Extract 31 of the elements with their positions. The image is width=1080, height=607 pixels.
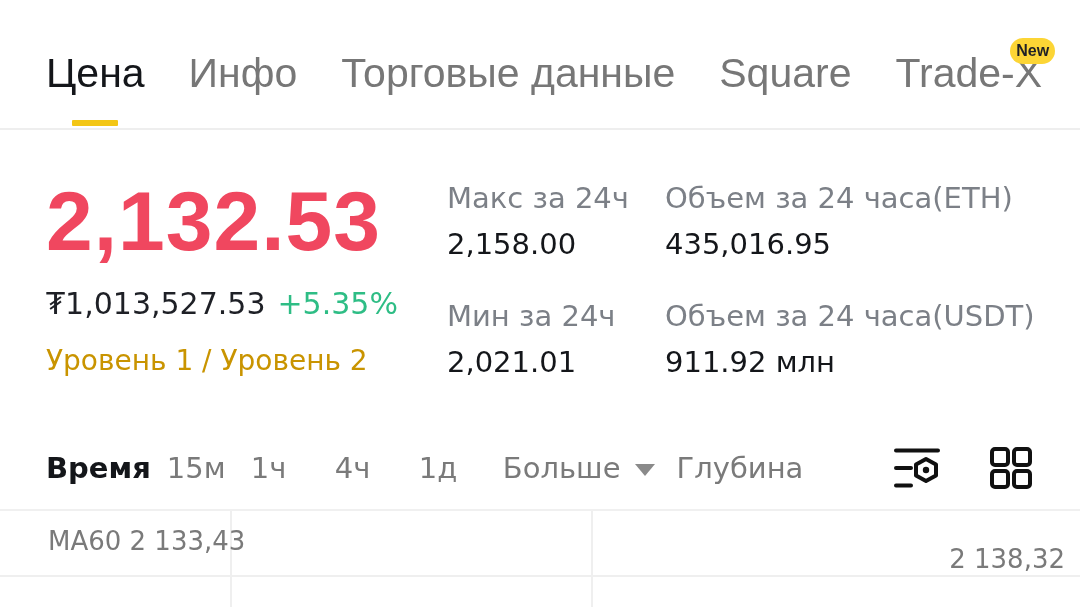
interval-tab[interactable]: Глубина: [676, 448, 804, 488]
tab[interactable]: Торговые данные: [341, 52, 676, 126]
grid-icon: [990, 447, 1032, 489]
indicator-settings-button[interactable]: [894, 448, 940, 488]
stat-value: 435,016.95: [665, 227, 833, 261]
levels-link[interactable]: Уровень 1 / Уровень 2: [46, 344, 368, 377]
stat-label: Мин за 24ч: [447, 299, 617, 333]
layout-grid-button[interactable]: [990, 447, 1032, 489]
tab[interactable]: Square: [719, 52, 852, 126]
stat-value: 911.92 млн: [665, 345, 837, 379]
tab[interactable]: Инфо: [188, 52, 298, 126]
fiat-price: ₮1,013,527.53: [46, 286, 266, 322]
stat-label: Объем за 24 часа(ETH): [665, 181, 1014, 215]
stat-value: 2,158.00: [447, 227, 578, 261]
stat-label: Объем за 24 часа(USDT): [665, 299, 1035, 333]
price-axis-label: 2 138,32: [949, 543, 1065, 575]
tab[interactable]: Цена: [46, 52, 145, 126]
stat-value: 2,021.01: [447, 345, 578, 379]
caret-icon: [634, 464, 655, 476]
interval-tab[interactable]: Время: [46, 448, 151, 488]
last-price: 2,132.53: [46, 179, 382, 263]
interval-tab[interactable]: 1ч: [250, 448, 313, 488]
stat-label: Макс за 24ч: [447, 181, 630, 215]
price-change: +5.35%: [277, 286, 398, 322]
interval-tab[interactable]: 4ч: [334, 448, 397, 488]
interval-tab[interactable]: 1д: [418, 448, 481, 488]
new-badge: New: [1010, 38, 1056, 64]
interval-tab[interactable]: 15м: [166, 448, 229, 488]
interval-tab[interactable]: Больше: [502, 448, 655, 488]
moving-average-label: MA60 2 133,43: [48, 525, 246, 557]
lines-hexagon-icon: [894, 448, 940, 488]
